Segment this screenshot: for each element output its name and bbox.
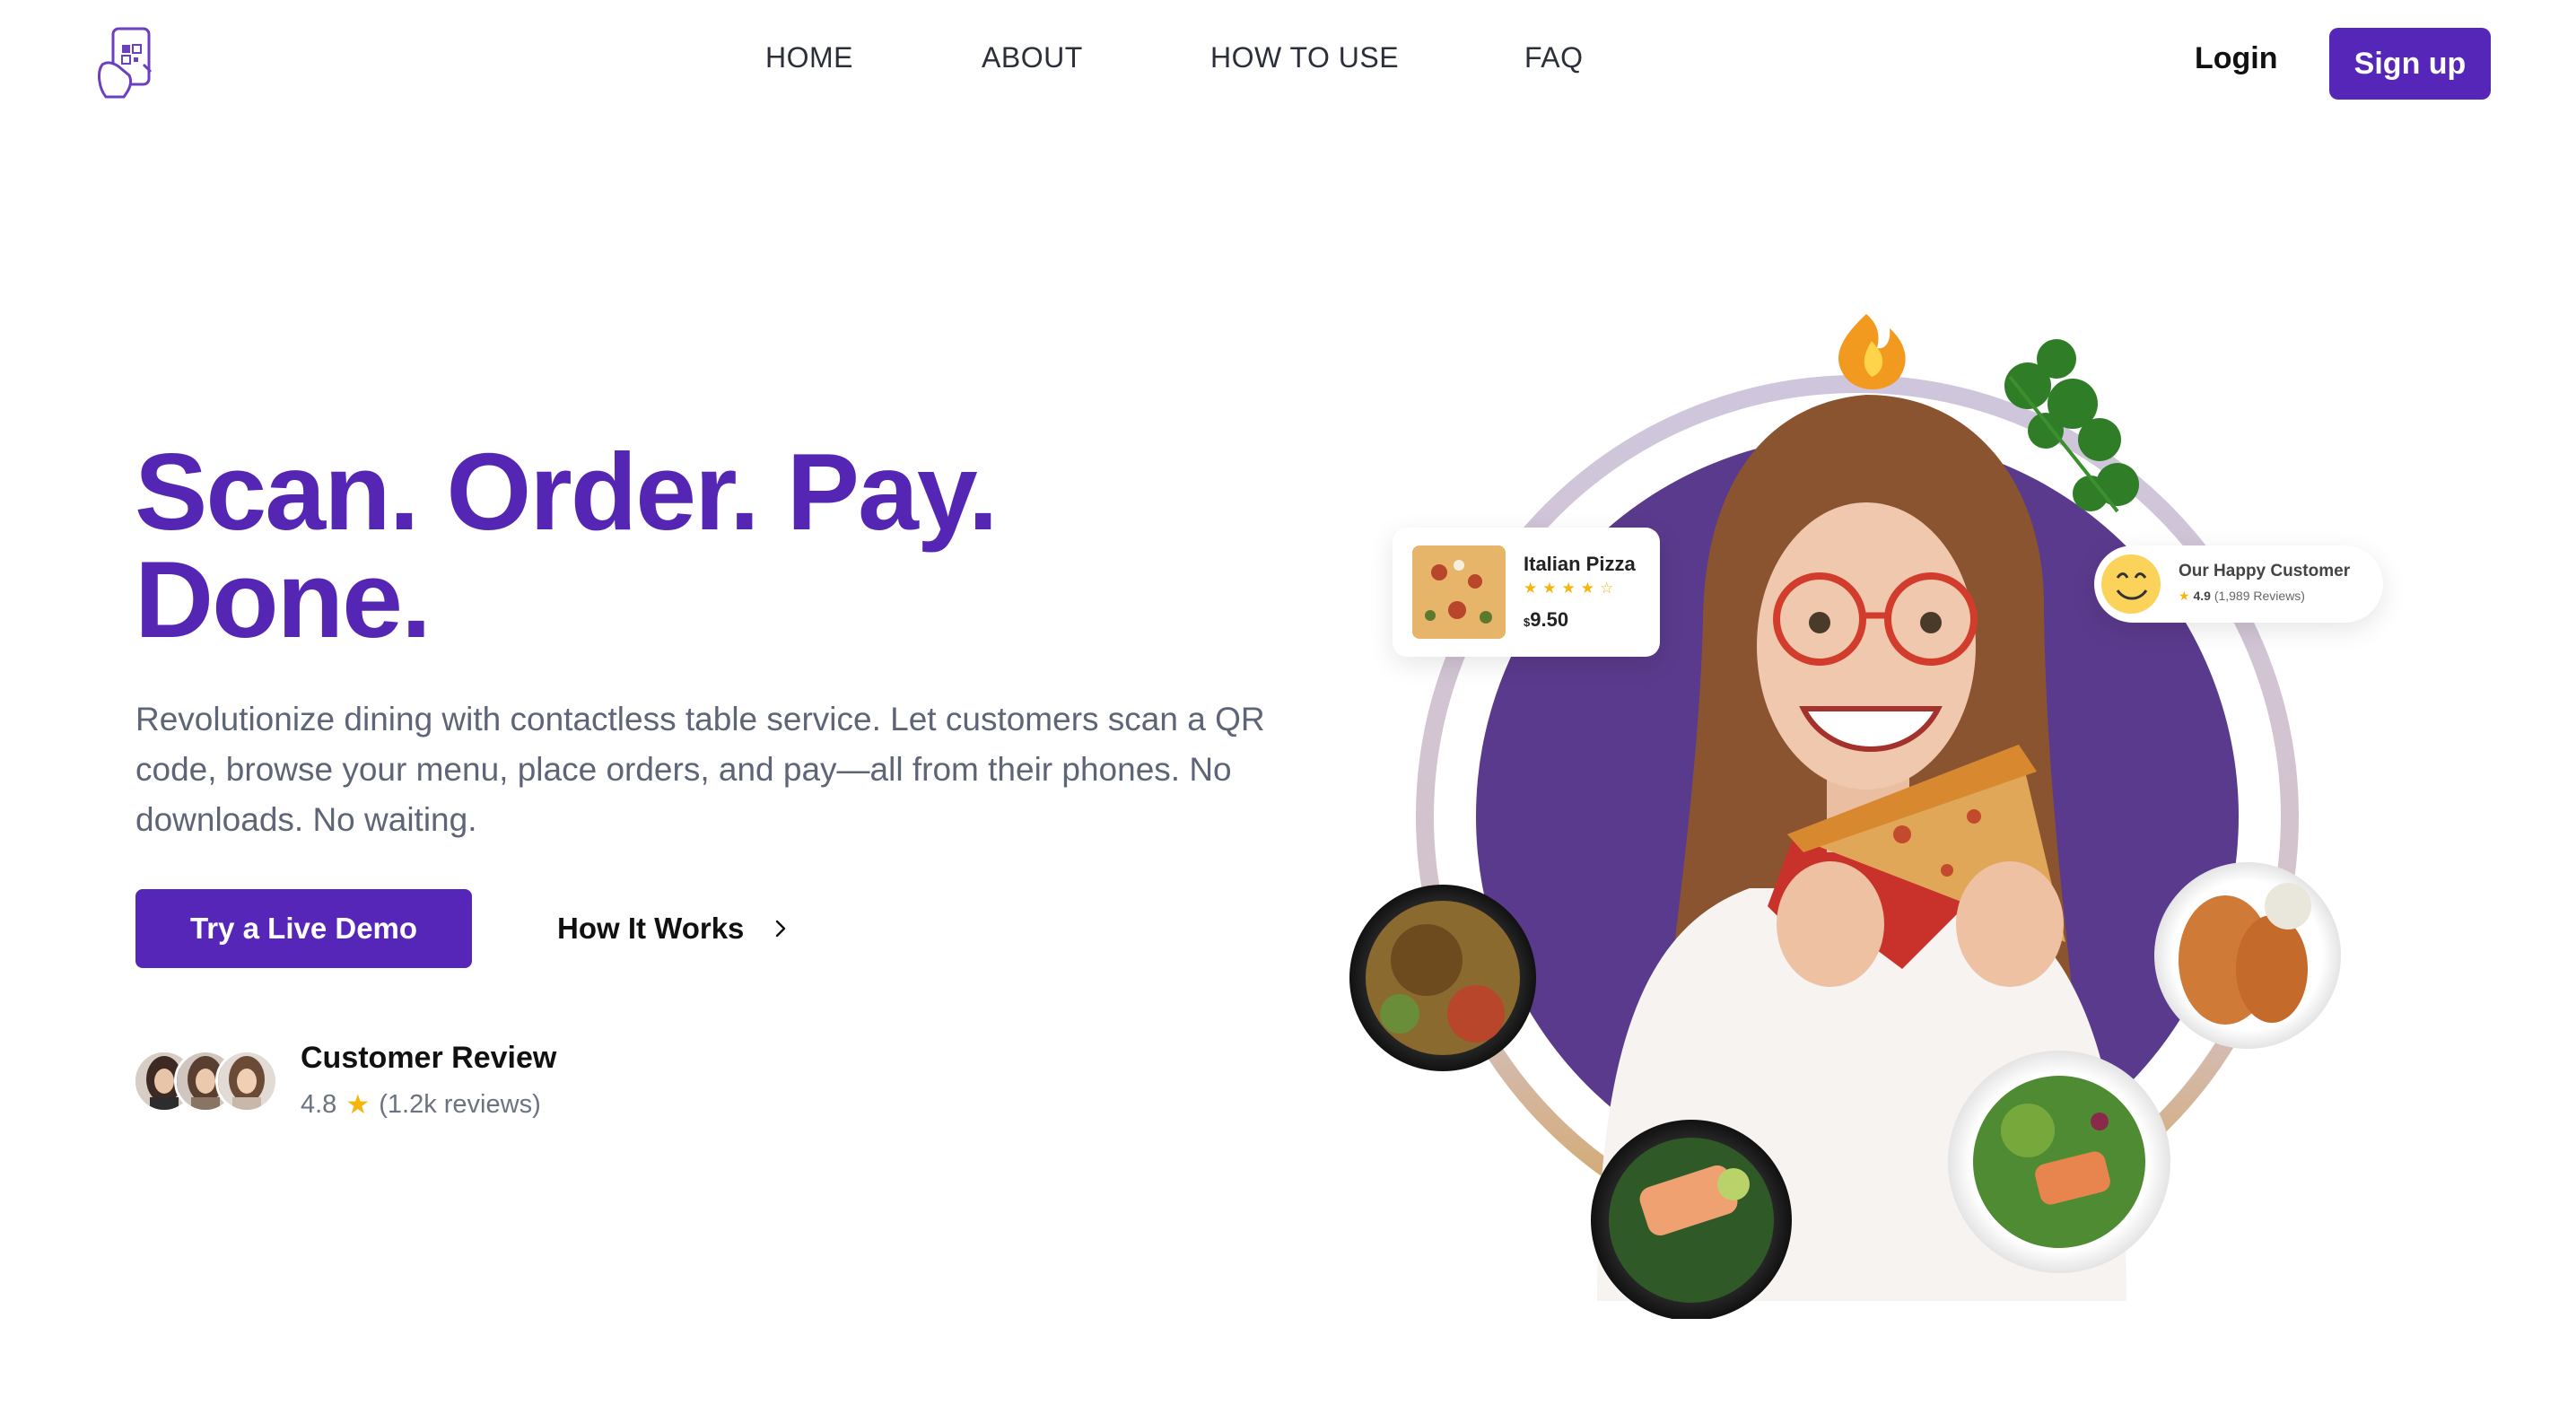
top-navbar: HOME ABOUT HOW TO USE FAQ Login Sign up (0, 0, 2576, 126)
pizza-price: $9.50 (1524, 608, 1568, 632)
pizza-thumbnail (1412, 545, 1506, 639)
hero-subtext: Revolutionize dining with contactless ta… (135, 701, 1265, 838)
customer-review-title: Customer Review (301, 1041, 557, 1075)
customer-avatars (133, 1050, 285, 1113)
fire-icon (1838, 314, 1906, 389)
happy-customer-score: 4.9 (2193, 589, 2211, 603)
signup-button[interactable]: Sign up (2329, 28, 2491, 100)
nav-link-home[interactable]: HOME (765, 41, 853, 74)
dish-grilled-chicken (2154, 862, 2341, 1049)
dish-chickpea-bowl (1349, 885, 1536, 1071)
review-rating: 4.8 (301, 1090, 337, 1119)
hero-headline-line1: Scan. Order. Pay. (135, 431, 999, 553)
hero-headline-line2: Done. (135, 538, 432, 660)
italian-pizza-card[interactable]: Italian Pizza ★★★★☆ $9.50 (1393, 528, 1660, 657)
happy-customer-reviews: (1,989 Reviews) (2214, 589, 2305, 603)
hero-illustration: Italian Pizza ★★★★☆ $9.50 Our Happy Cust… (1328, 224, 2458, 1321)
logo-icon[interactable] (93, 25, 160, 100)
how-it-works-label: How It Works (557, 912, 745, 945)
hero-illustration-art (1349, 314, 2341, 1321)
happy-customer-card: Our Happy Customer ★ 4.9 (1,989 Reviews) (2094, 545, 2383, 623)
nav-link-faq[interactable]: FAQ (1524, 41, 1584, 74)
pizza-rating-stars: ★★★★☆ (1524, 580, 1620, 597)
happy-customer-rating: ★ 4.9 (1,989 Reviews) (2179, 589, 2305, 604)
nav-link-how-to-use[interactable]: HOW TO USE (1210, 41, 1399, 74)
dish-salmon-greens (1591, 1120, 1792, 1321)
smiley-face-icon (2101, 554, 2161, 614)
pizza-name: Italian Pizza (1524, 553, 1636, 575)
star-icon: ★ (345, 1090, 371, 1120)
pizza-price-value: 9.50 (1530, 608, 1569, 631)
dish-salad-salmon (1948, 1051, 2170, 1273)
star-icon: ★ (2179, 589, 2190, 603)
avatar (215, 1050, 278, 1113)
nav-link-about[interactable]: ABOUT (982, 41, 1083, 74)
try-live-demo-button[interactable]: Try a Live Demo (135, 889, 472, 968)
review-count: (1.2k reviews) (379, 1090, 541, 1119)
login-link[interactable]: Login (2195, 41, 2278, 76)
how-it-works-button[interactable]: How It Works (557, 906, 790, 951)
chevron-right-icon (776, 920, 786, 938)
customer-review-summary: 4.8 ★ (1.2k reviews) (301, 1089, 541, 1121)
hero-headline: Scan. Order. Pay. Done. (135, 431, 999, 660)
happy-customer-title: Our Happy Customer (2179, 562, 2351, 580)
